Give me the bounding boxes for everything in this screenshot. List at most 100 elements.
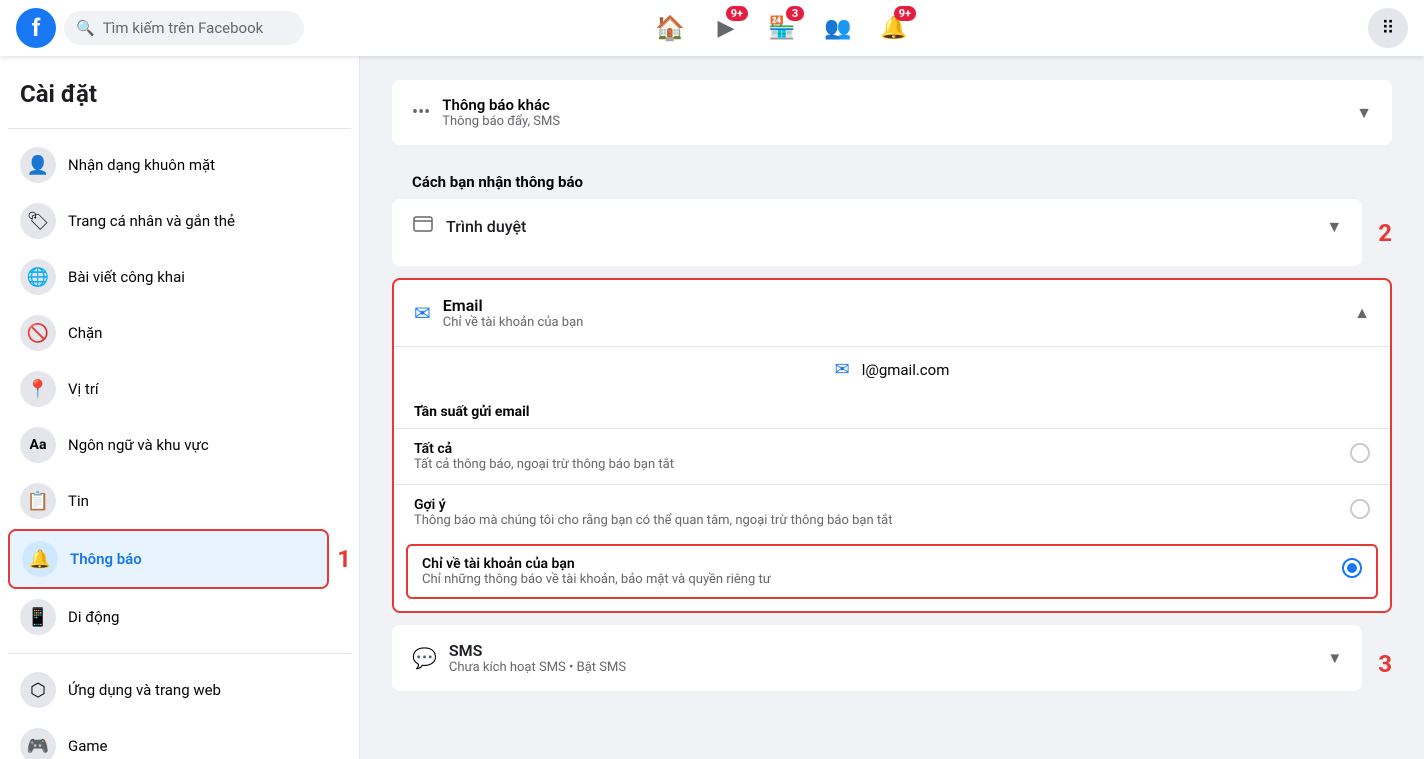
location-icon: 📍 xyxy=(20,371,56,407)
nav-notifications-btn[interactable]: 🔔 9+ xyxy=(870,4,918,52)
browser-arrow: ▼ xyxy=(1326,217,1342,237)
block-icon: 🚫 xyxy=(20,315,56,351)
home-icon: 🏠 xyxy=(655,14,685,42)
radio-option-suggest[interactable]: Gợi ý Thông báo mà chúng tôi cho rằng bạ… xyxy=(394,484,1390,540)
sidebar-item-label: Game xyxy=(68,737,108,755)
mobile-icon: 📱 xyxy=(20,599,56,635)
sidebar-divider-top xyxy=(8,128,351,129)
annotation-2: 2 xyxy=(1378,219,1392,247)
radio-all-btn[interactable] xyxy=(1350,443,1370,463)
freq-label: Tần suất gửi email xyxy=(394,392,1390,428)
email-icon: ✉ xyxy=(414,301,431,325)
sidebar-title: Cài đặt xyxy=(8,72,351,120)
sms-icon: 💬 xyxy=(412,646,437,670)
sidebar-item-public-posts[interactable]: 🌐 Bài viết công khai xyxy=(8,249,351,305)
browser-label: Trình duyệt xyxy=(446,217,1314,236)
email-address-row: ✉ l@gmail.com xyxy=(394,346,1390,392)
nav-video-btn[interactable]: ▶ 9+ xyxy=(702,4,750,52)
sidebar-item-language[interactable]: Aa Ngôn ngữ và khu vực xyxy=(8,417,351,473)
sidebar-item-face-recognition[interactable]: 👤 Nhận dạng khuôn mặt xyxy=(8,137,351,193)
grid-menu-btn[interactable]: ⠿ xyxy=(1368,8,1408,48)
sidebar-divider-mid xyxy=(8,653,351,654)
search-icon: 🔍 xyxy=(76,19,95,37)
sidebar-item-label: Chặn xyxy=(68,324,102,342)
email-collapse-arrow: ▲ xyxy=(1354,303,1370,323)
other-notifications-title: Thông báo khác xyxy=(442,96,1344,114)
sms-text: SMS Chưa kích hoạt SMS • Bật SMS xyxy=(449,641,626,675)
notifications-sidebar-icon: 🔔 xyxy=(22,541,58,577)
radio-all-text: Tất cả Tất cả thông báo, ngoại trừ thông… xyxy=(414,441,1342,472)
other-notifications-row[interactable]: ••• Thông báo khác Thông báo đẩy, SMS ▼ xyxy=(392,80,1392,145)
sms-arrow: ▼ xyxy=(1327,649,1342,667)
annotation-1: 1 xyxy=(337,545,351,573)
browser-row[interactable]: Trình duyệt ▼ xyxy=(392,199,1362,254)
radio-account-text: Chỉ về tài khoản của bạn Chỉ những thông… xyxy=(422,556,1334,587)
sidebar-item-label: Nhận dạng khuôn mặt xyxy=(68,156,215,174)
radio-suggest-desc: Thông báo mà chúng tôi cho rằng bạn có t… xyxy=(414,513,1342,528)
facebook-logo[interactable]: f xyxy=(16,8,56,48)
sidebar-item-label: Ứng dụng và trang web xyxy=(68,681,221,699)
other-notifications-arrow: ▼ xyxy=(1356,103,1372,123)
marketplace-badge: 3 xyxy=(786,6,804,21)
sidebar-item-profile[interactable]: 🏷 Trang cá nhân và gắn thẻ xyxy=(8,193,351,249)
top-navigation: f 🔍 Tìm kiếm trên Facebook 🏠 ▶ 9+ 🏪 3 👥 … xyxy=(0,0,1424,56)
browser-card: Trình duyệt ▼ xyxy=(392,199,1362,266)
sidebar-item-notifications[interactable]: 🔔 Thông báo xyxy=(8,529,329,589)
sidebar-item-location[interactable]: 📍 Vị trí xyxy=(8,361,351,417)
page-layout: Cài đặt 👤 Nhận dạng khuôn mặt 🏷 Trang cá… xyxy=(0,56,1424,759)
language-icon: Aa xyxy=(20,427,56,463)
radio-suggest-btn[interactable] xyxy=(1350,499,1370,519)
other-notifications-text: Thông báo khác Thông báo đẩy, SMS xyxy=(442,96,1344,129)
email-header[interactable]: ✉ Email Chỉ về tài khoản của bạn ▲ xyxy=(394,280,1390,346)
sidebar-item-label: Ngôn ngữ và khu vực xyxy=(68,436,209,454)
sidebar-item-label: Di động xyxy=(68,608,119,626)
nav-groups-btn[interactable]: 👥 xyxy=(814,4,862,52)
other-notifications-card: ••• Thông báo khác Thông báo đẩy, SMS ▼ xyxy=(392,80,1392,145)
radio-option-account[interactable]: Chỉ về tài khoản của bạn Chỉ những thông… xyxy=(406,544,1378,599)
email-address-icon: ✉ xyxy=(835,359,850,380)
nav-marketplace-btn[interactable]: 🏪 3 xyxy=(758,4,806,52)
dots-icon: ••• xyxy=(412,102,430,123)
sidebar-item-feed[interactable]: 📋 Tin xyxy=(8,473,351,529)
nav-left: f 🔍 Tìm kiếm trên Facebook xyxy=(16,8,356,48)
radio-all-desc: Tất cả thông báo, ngoại trừ thông báo bạ… xyxy=(414,457,1342,472)
sidebar-item-apps[interactable]: ⬡ Ứng dụng và trang web xyxy=(8,662,351,718)
nav-center: 🏠 ▶ 9+ 🏪 3 👥 🔔 9+ xyxy=(356,4,1208,52)
sidebar-item-label: Thông báo xyxy=(70,550,142,568)
apps-icon: ⬡ xyxy=(20,672,56,708)
sidebar-item-game[interactable]: 🎮 Game xyxy=(8,718,351,759)
receive-label: Cách bạn nhận thông báo xyxy=(392,157,1392,199)
sidebar-item-label: Vị trí xyxy=(68,380,99,398)
sms-row[interactable]: 💬 SMS Chưa kích hoạt SMS • Bật SMS ▼ xyxy=(392,625,1362,691)
game-icon: 🎮 xyxy=(20,728,56,759)
email-title: Email xyxy=(443,296,584,315)
browser-icon xyxy=(412,213,434,240)
other-notifications-subtitle: Thông báo đẩy, SMS xyxy=(442,114,1344,129)
radio-suggest-text: Gợi ý Thông báo mà chúng tôi cho rằng bạ… xyxy=(414,497,1342,528)
radio-account-desc: Chỉ những thông báo về tài khoản, bảo mậ… xyxy=(422,572,1334,587)
email-header-text: Email Chỉ về tài khoản của bạn xyxy=(443,296,584,330)
notifications-badge: 9+ xyxy=(894,6,916,21)
sms-section: 💬 SMS Chưa kích hoạt SMS • Bật SMS ▼ xyxy=(392,625,1362,691)
sidebar-item-label: Tin xyxy=(68,492,89,510)
groups-icon: 👥 xyxy=(824,16,851,41)
feed-icon: 📋 xyxy=(20,483,56,519)
grid-icon: ⠿ xyxy=(1381,18,1394,39)
annotation-3: 3 xyxy=(1378,650,1392,678)
face-recognition-icon: 👤 xyxy=(20,147,56,183)
radio-option-all[interactable]: Tất cả Tất cả thông báo, ngoại trừ thông… xyxy=(394,428,1390,484)
nav-home-btn[interactable]: 🏠 xyxy=(646,4,694,52)
search-box[interactable]: 🔍 Tìm kiếm trên Facebook xyxy=(64,11,304,45)
profile-icon: 🏷 xyxy=(20,203,56,239)
radio-suggest-title: Gợi ý xyxy=(414,497,1342,513)
nav-right: ⠿ xyxy=(1208,8,1408,48)
public-posts-icon: 🌐 xyxy=(20,259,56,295)
sidebar-item-block[interactable]: 🚫 Chặn xyxy=(8,305,351,361)
sidebar-item-label: Trang cá nhân và gắn thẻ xyxy=(68,212,235,230)
radio-all-title: Tất cả xyxy=(414,441,1342,457)
radio-account-btn[interactable] xyxy=(1342,558,1362,578)
sidebar: Cài đặt 👤 Nhận dạng khuôn mặt 🏷 Trang cá… xyxy=(0,56,360,759)
email-section: ✉ Email Chỉ về tài khoản của bạn ▲ ✉ l@g… xyxy=(392,278,1392,613)
sidebar-item-label: Bài viết công khai xyxy=(68,268,185,286)
sidebar-item-mobile[interactable]: 📱 Di động xyxy=(8,589,351,645)
